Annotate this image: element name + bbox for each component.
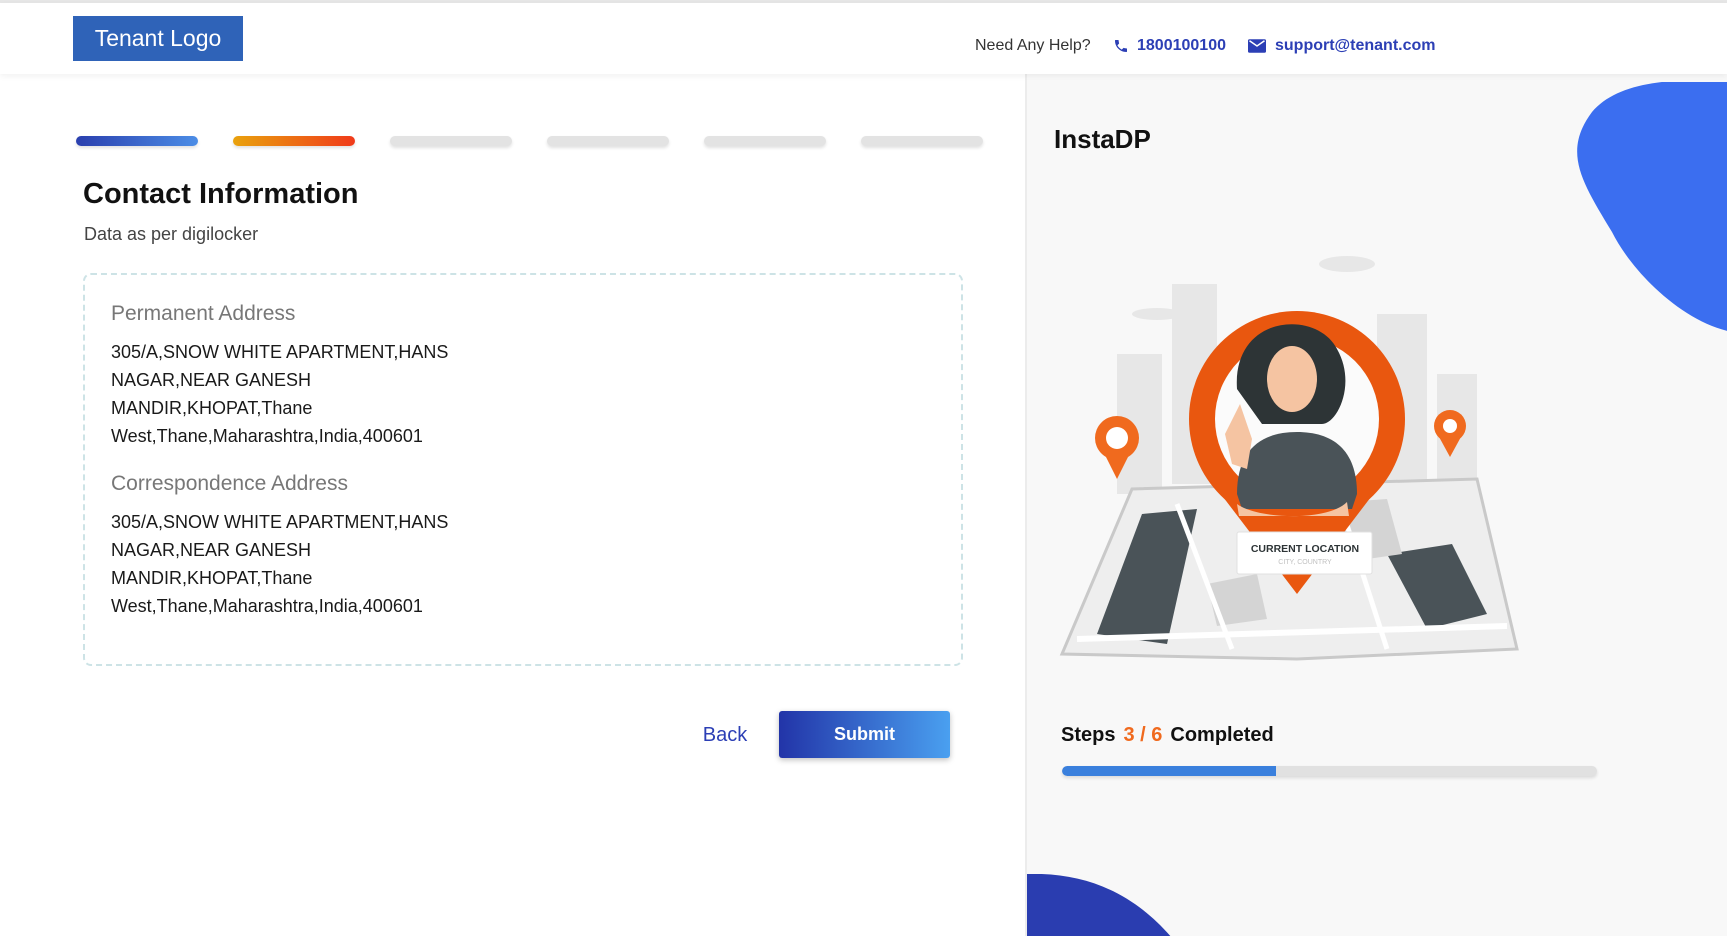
location-illustration: CURRENT LOCATION CITY, COUNTRY (1059, 256, 1519, 661)
page-subtitle: Data as per digilocker (84, 224, 259, 244)
step-3 (390, 136, 512, 146)
location-sub-text: CITY, COUNTRY (1278, 559, 1332, 566)
step-1 (76, 136, 198, 146)
mail-icon (1248, 39, 1266, 53)
phone-icon (1113, 38, 1129, 54)
progress-bar-fill (1062, 766, 1276, 776)
step-5 (704, 136, 826, 146)
decorative-blob-bottom (1027, 874, 1171, 936)
progress-bar (1062, 766, 1597, 776)
help-email-link[interactable]: support@tenant.com (1248, 33, 1436, 59)
steps-prefix: Steps (1061, 724, 1116, 746)
back-button[interactable]: Back (680, 711, 770, 759)
step-4 (547, 136, 669, 146)
step-6 (861, 136, 983, 146)
email-address: support@tenant.com (1275, 37, 1436, 54)
brand-name: InstaDP (1054, 124, 1151, 154)
top-header: Tenant Logo Need Any Help? 1800100100 su… (0, 3, 1727, 74)
help-label: Need Any Help? (975, 37, 1091, 54)
progress-stepper (76, 136, 986, 148)
step-2 (233, 136, 355, 146)
address-card: Permanent Address 305/A,SNOW WHITE APART… (83, 273, 963, 666)
help-phone-link[interactable]: 1800100100 (1113, 33, 1226, 59)
steps-status: Steps 3 / 6 Completed (1061, 724, 1274, 747)
location-label-text: CURRENT LOCATION (1251, 543, 1359, 555)
permanent-address-label: Permanent Address (111, 302, 296, 325)
tenant-logo[interactable]: Tenant Logo (73, 16, 243, 61)
correspondence-address-label: Correspondence Address (111, 472, 348, 495)
page-title: Contact Information (83, 178, 359, 210)
submit-button[interactable]: Submit (779, 711, 950, 758)
side-panel: InstaDP CURRENT LOCATION CITY, COUNTRY S… (1025, 74, 1727, 936)
permanent-address-value: 305/A,SNOW WHITE APARTMENT,HANS NAGAR,NE… (111, 342, 449, 446)
correspondence-address-value: 305/A,SNOW WHITE APARTMENT,HANS NAGAR,NE… (111, 512, 449, 616)
decorative-blob-top (1577, 82, 1727, 331)
steps-count: 3 / 6 (1123, 724, 1163, 746)
phone-number: 1800100100 (1137, 37, 1226, 54)
steps-suffix: Completed (1170, 724, 1274, 746)
